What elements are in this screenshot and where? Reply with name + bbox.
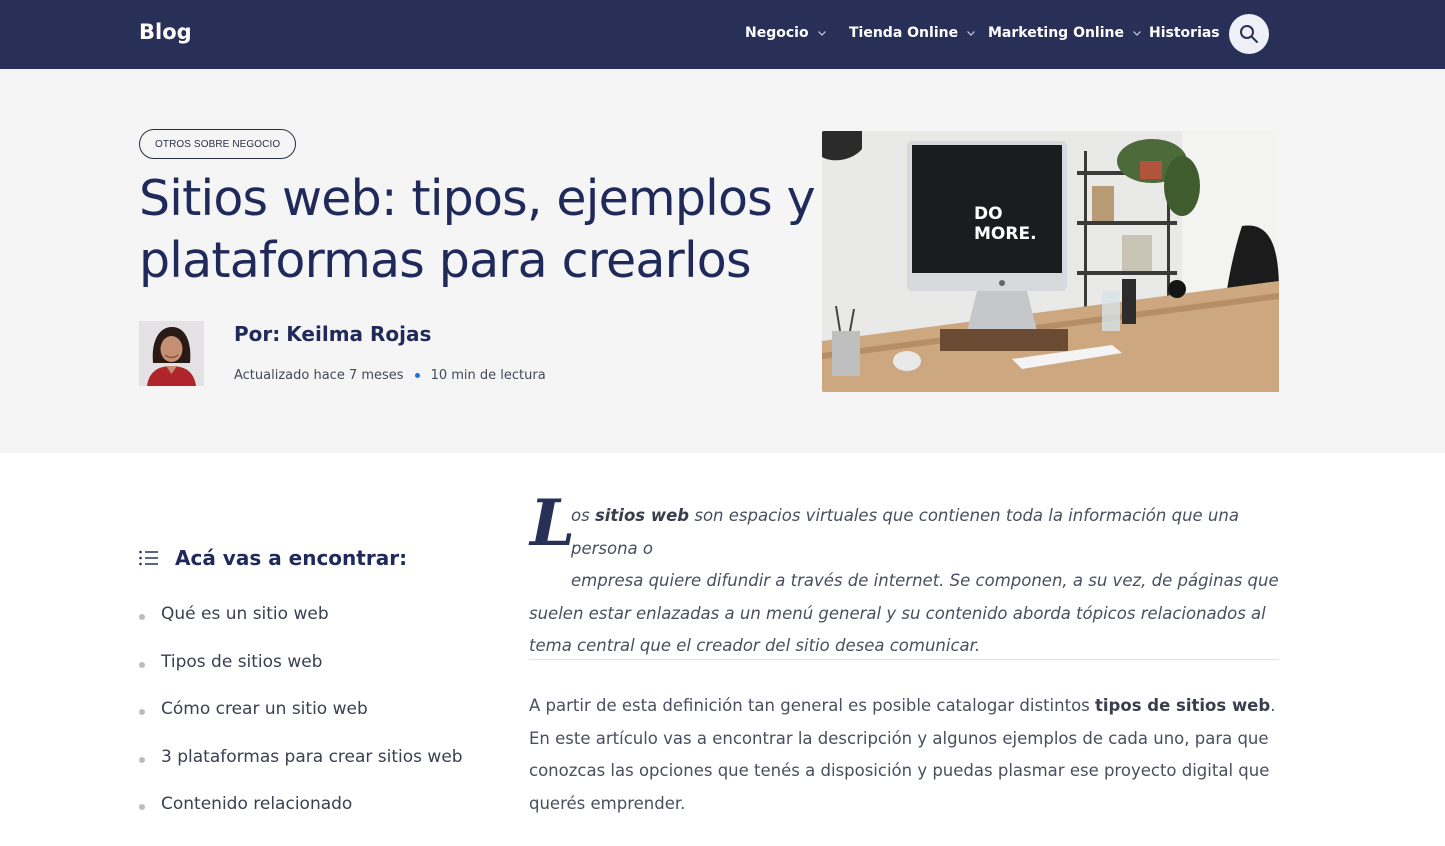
nav-item-negocio[interactable]: Negocio xyxy=(745,25,827,41)
bullet-icon xyxy=(139,709,145,715)
author-byline: Por: Keilma Rojas xyxy=(234,322,431,346)
torn-edge-divider xyxy=(0,440,1445,454)
intro-line-1: os sitios web son espacios virtuales que… xyxy=(529,500,1281,565)
intro-text: os xyxy=(571,506,595,525)
bullet-icon xyxy=(139,804,145,810)
chevron-down-icon xyxy=(967,31,976,36)
toc-item[interactable]: Contenido relacionado xyxy=(139,794,463,842)
desk-computer-illustration: DO MORE. xyxy=(822,131,1279,392)
hero-image: DO MORE. xyxy=(822,131,1279,392)
table-of-contents: Qué es un sitio web Tipos de sitios web … xyxy=(139,604,463,842)
bullet-icon xyxy=(139,614,145,620)
author-prefix: Por: xyxy=(234,322,281,346)
author-name-link[interactable]: Keilma Rojas xyxy=(286,322,431,346)
toc-header: Acá vas a encontrar: xyxy=(139,546,407,570)
search-button[interactable] xyxy=(1229,14,1269,54)
nav-item-marketing-online[interactable]: Marketing Online xyxy=(988,25,1142,41)
read-time: 10 min de lectura xyxy=(430,368,546,383)
nav-item-historias[interactable]: Historias xyxy=(1149,25,1220,41)
bullet-icon xyxy=(139,661,145,668)
article-meta: Actualizado hace 7 meses 10 min de lectu… xyxy=(234,368,546,383)
toc-item[interactable]: 3 plataformas para crear sitios web xyxy=(139,747,463,795)
toc-item-label: Tipos de sitios web xyxy=(161,651,323,672)
chevron-down-icon xyxy=(1133,31,1141,36)
intro-keyword: sitios web xyxy=(594,506,690,525)
nav-item-label: Historias xyxy=(1149,25,1220,41)
nav-item-tienda-online[interactable]: Tienda Online xyxy=(849,25,976,41)
list-icon xyxy=(139,550,158,566)
search-icon xyxy=(1240,25,1258,43)
paragraph-text: A partir de esta definición tan general … xyxy=(529,696,1096,715)
toc-item-label: Contenido relacionado xyxy=(161,794,353,814)
top-navigation: Blog Negocio Tienda Online Marketing Onl… xyxy=(0,0,1445,69)
toc-item-label: 3 plataformas para crear sitios web xyxy=(161,746,463,767)
screen-text-more: MORE. xyxy=(974,224,1037,244)
nav-item-label: Tienda Online xyxy=(849,25,959,41)
bullet-icon xyxy=(139,756,145,763)
category-tag[interactable]: OTROS SOBRE NEGOCIO xyxy=(139,129,297,159)
nav-item-label: Marketing Online xyxy=(988,25,1124,41)
toc-item[interactable]: Qué es un sitio web xyxy=(139,604,463,652)
article-paragraph: A partir de esta definición tan general … xyxy=(529,690,1281,820)
article-title: Sitios web: tipos, ejemplos y plataforma… xyxy=(139,170,816,289)
author-avatar[interactable] xyxy=(139,321,204,386)
nav-item-label: Negocio xyxy=(745,25,809,41)
blog-logo[interactable]: Blog xyxy=(139,20,192,44)
section-divider xyxy=(529,659,1279,660)
intro-line-2: empresa quiere difundir a través de inte… xyxy=(571,571,1279,590)
paragraph-keyword: tipos de sitios web xyxy=(1095,696,1271,715)
toc-item[interactable]: Cómo crear un sitio web xyxy=(139,699,463,747)
updated-date: Actualizado hace 7 meses xyxy=(234,368,404,383)
chevron-down-icon xyxy=(817,31,826,36)
toc-item[interactable]: Tipos de sitios web xyxy=(139,652,463,700)
meta-separator-dot xyxy=(414,373,420,378)
screen-text-do: DO xyxy=(974,204,1003,224)
toc-item-label: Qué es un sitio web xyxy=(161,604,329,624)
toc-item-label: Cómo crear un sitio web xyxy=(161,699,368,719)
intro-line-rest: suelen estar enlazadas a un menú general… xyxy=(529,603,1266,656)
author-photo xyxy=(139,321,204,386)
article-intro: os sitios web son espacios virtuales que… xyxy=(529,500,1281,663)
toc-title: Acá vas a encontrar: xyxy=(175,546,408,570)
